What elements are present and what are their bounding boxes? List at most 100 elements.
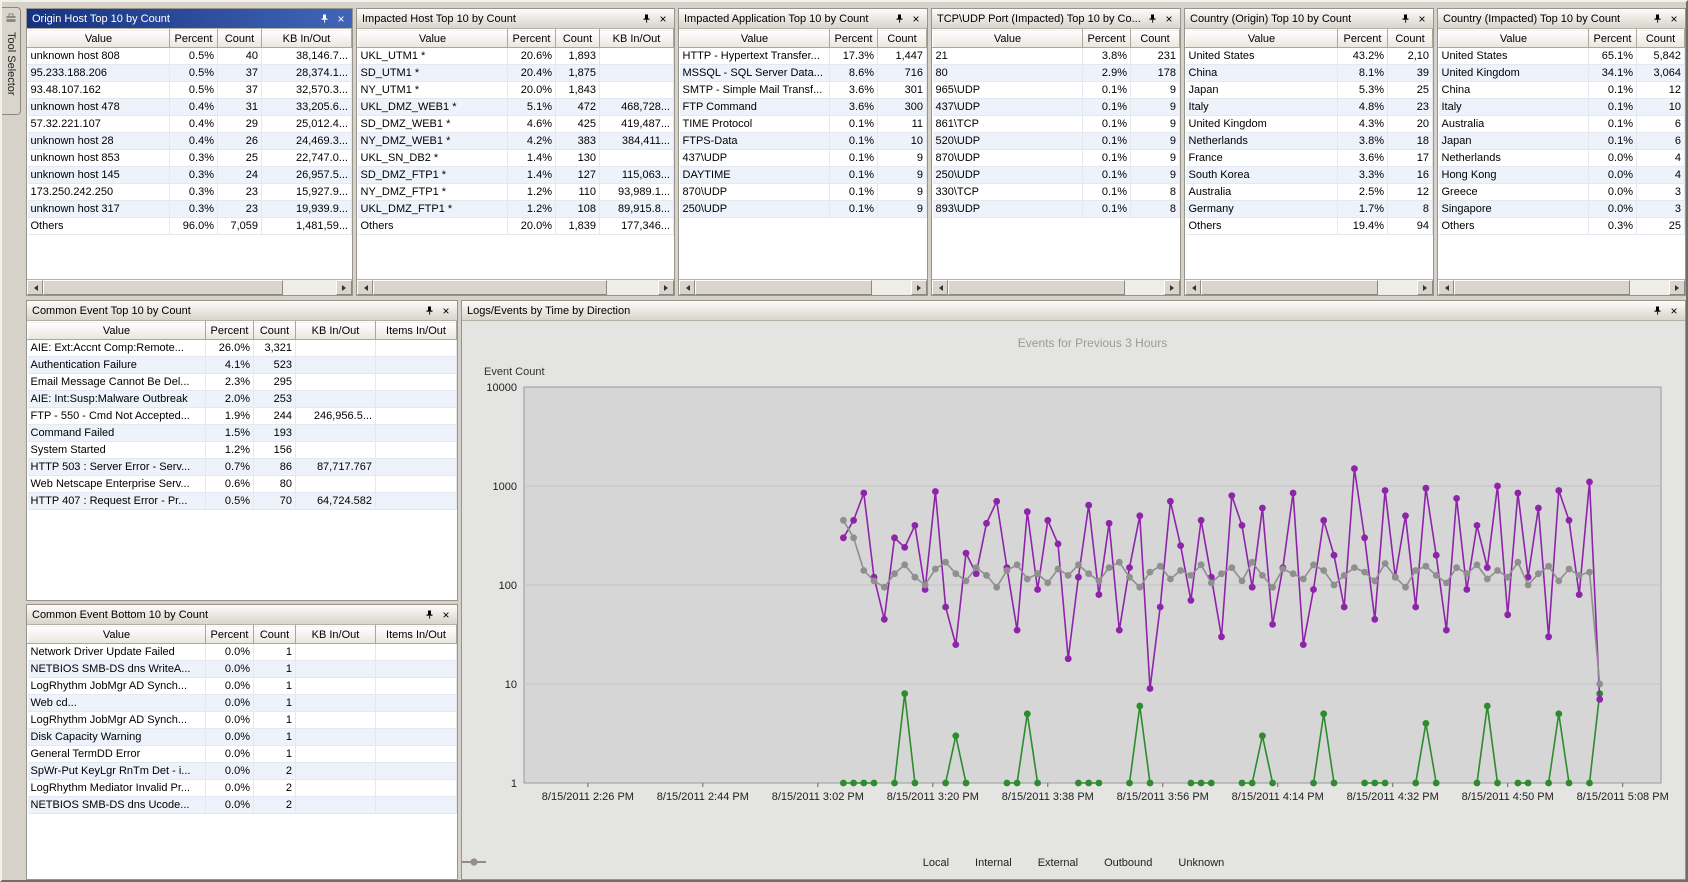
table-row[interactable]: 861\TCP0.1%9: [933, 116, 1180, 133]
pin-icon[interactable]: [317, 12, 331, 26]
scroll-right-button[interactable]: [1669, 280, 1685, 295]
table-row[interactable]: Japan5.3%25: [1186, 82, 1433, 99]
table-row[interactable]: LogRhythm JobMgr AD Synch...0.0%1: [28, 678, 457, 695]
close-icon[interactable]: ×: [1667, 12, 1681, 26]
horizontal-scrollbar[interactable]: [932, 279, 1180, 295]
scrollbar-thumb[interactable]: [1454, 280, 1630, 295]
column-header-value[interactable]: Value: [28, 626, 206, 644]
table-row[interactable]: NY_DMZ_WEB1 *4.2%383384,411...: [358, 133, 674, 150]
scrollbar-track[interactable]: [948, 280, 1164, 295]
table-row[interactable]: 250\UDP0.1%9: [680, 201, 927, 218]
column-header-kb-in-out[interactable]: KB In/Out: [296, 322, 376, 340]
column-header-percent[interactable]: Percent: [206, 322, 254, 340]
table-row[interactable]: 802.9%178: [933, 65, 1180, 82]
pin-icon[interactable]: [422, 608, 436, 622]
table-row[interactable]: Authentication Failure4.1%523: [28, 357, 457, 374]
column-header-kb-in-out[interactable]: KB In/Out: [262, 30, 352, 48]
table-row[interactable]: 57.32.221.1070.4%2925,012.4...: [28, 116, 352, 133]
legend-item-outbound[interactable]: Outbound: [1104, 857, 1152, 869]
column-header-value[interactable]: Value: [933, 30, 1083, 48]
close-icon[interactable]: ×: [909, 12, 923, 26]
close-icon[interactable]: ×: [656, 12, 670, 26]
table-row[interactable]: Web Netscape Enterprise Serv...0.6%80: [28, 476, 457, 493]
panel-title-bar[interactable]: Country (Origin) Top 10 by Count ×: [1185, 9, 1433, 29]
table-row[interactable]: Others0.3%25: [1439, 218, 1685, 235]
column-header-value[interactable]: Value: [358, 30, 508, 48]
column-header-items-in-out[interactable]: Items In/Out: [376, 322, 457, 340]
horizontal-scrollbar[interactable]: [1438, 279, 1685, 295]
tool-selector-tab[interactable]: Tool Selector: [2, 7, 21, 115]
table-row[interactable]: 213.8%231: [933, 48, 1180, 65]
column-header-count[interactable]: Count: [1637, 30, 1685, 48]
table-row[interactable]: 520\UDP0.1%9: [933, 133, 1180, 150]
table-row[interactable]: LogRhythm Mediator Invalid Pr...0.0%2: [28, 780, 457, 797]
scrollbar-thumb[interactable]: [1201, 280, 1378, 295]
scrollbar-thumb[interactable]: [948, 280, 1125, 295]
panel-title-bar[interactable]: TCP\UDP Port (Impacted) Top 10 by Co... …: [932, 9, 1180, 29]
table-row[interactable]: UKL_SN_DB2 *1.4%130: [358, 150, 674, 167]
column-header-kb-in-out[interactable]: KB In/Out: [600, 30, 674, 48]
table-row[interactable]: 870\UDP0.1%9: [933, 150, 1180, 167]
table-row[interactable]: United Kingdom4.3%20: [1186, 116, 1433, 133]
table-row[interactable]: Others19.4%94: [1186, 218, 1433, 235]
panel-title-bar[interactable]: Origin Host Top 10 by Count ×: [27, 9, 352, 29]
panel-title-bar[interactable]: Logs/Events by Time by Direction ×: [462, 301, 1685, 321]
column-header-value[interactable]: Value: [28, 322, 206, 340]
column-header-percent[interactable]: Percent: [206, 626, 254, 644]
close-icon[interactable]: ×: [439, 608, 453, 622]
table-row[interactable]: SD_DMZ_WEB1 *4.6%425419,487...: [358, 116, 674, 133]
chart-area[interactable]: 1101001000100008/15/2011 2:26 PM8/15/201…: [462, 321, 1685, 879]
table-row[interactable]: FTP Command3.6%300: [680, 99, 927, 116]
scroll-right-button[interactable]: [911, 280, 927, 295]
horizontal-scrollbar[interactable]: [27, 279, 352, 295]
table-row[interactable]: FTPS-Data0.1%10: [680, 133, 927, 150]
table-row[interactable]: unknown host 8080.5%4038,146.7...: [28, 48, 352, 65]
scrollbar-thumb[interactable]: [695, 280, 872, 295]
pin-icon[interactable]: [892, 12, 906, 26]
scroll-left-button[interactable]: [27, 280, 43, 295]
table-row[interactable]: MSSQL - SQL Server Data...8.6%716: [680, 65, 927, 82]
table-row[interactable]: 965\UDP0.1%9: [933, 82, 1180, 99]
table-row[interactable]: Germany1.7%8: [1186, 201, 1433, 218]
table-row[interactable]: Japan0.1%6: [1439, 133, 1685, 150]
table-row[interactable]: SMTP - Simple Mail Transf...3.6%301: [680, 82, 927, 99]
scroll-right-button[interactable]: [1164, 280, 1180, 295]
legend-item-internal[interactable]: Internal: [975, 857, 1012, 869]
table-row[interactable]: United States65.1%5,842: [1439, 48, 1685, 65]
panel-title-bar[interactable]: Impacted Host Top 10 by Count ×: [357, 9, 674, 29]
table-row[interactable]: NY_DMZ_FTP1 *1.2%11093,989.1...: [358, 184, 674, 201]
column-header-percent[interactable]: Percent: [830, 30, 878, 48]
table-row[interactable]: UKL_DMZ_WEB1 *5.1%472468,728...: [358, 99, 674, 116]
table-row[interactable]: AIE: Int:Susp:Malware Outbreak2.0%253: [28, 391, 457, 408]
table-row[interactable]: 437\UDP0.1%9: [680, 150, 927, 167]
panel-title-bar[interactable]: Common Event Bottom 10 by Count ×: [27, 605, 457, 625]
pin-icon[interactable]: [1398, 12, 1412, 26]
close-icon[interactable]: ×: [1667, 304, 1681, 318]
scrollbar-thumb[interactable]: [373, 280, 607, 295]
legend-item-local[interactable]: Local: [923, 857, 949, 869]
table-row[interactable]: AIE: Ext:Accnt Comp:Remote...26.0%3,321: [28, 340, 457, 357]
column-header-percent[interactable]: Percent: [1589, 30, 1637, 48]
scrollbar-track[interactable]: [695, 280, 911, 295]
table-row[interactable]: Singapore0.0%3: [1439, 201, 1685, 218]
column-header-count[interactable]: Count: [254, 626, 296, 644]
table-row[interactable]: HTTP 407 : Request Error - Pr...0.5%7064…: [28, 493, 457, 510]
close-icon[interactable]: ×: [1162, 12, 1176, 26]
table-row[interactable]: System Started1.2%156: [28, 442, 457, 459]
table-row[interactable]: General TermDD Error0.0%1: [28, 746, 457, 763]
table-row[interactable]: HTTP - Hypertext Transfer...17.3%1,447: [680, 48, 927, 65]
table-row[interactable]: Italy0.1%10: [1439, 99, 1685, 116]
scroll-left-button[interactable]: [679, 280, 695, 295]
table-row[interactable]: Italy4.8%23: [1186, 99, 1433, 116]
scroll-left-button[interactable]: [357, 280, 373, 295]
table-row[interactable]: NETBIOS SMB-DS dns Ucode...0.0%2: [28, 797, 457, 814]
table-row[interactable]: Greece0.0%3: [1439, 184, 1685, 201]
table-row[interactable]: SD_DMZ_FTP1 *1.4%127115,063...: [358, 167, 674, 184]
column-header-value[interactable]: Value: [1186, 30, 1338, 48]
column-header-kb-in-out[interactable]: KB In/Out: [296, 626, 376, 644]
horizontal-scrollbar[interactable]: [357, 279, 674, 295]
column-header-count[interactable]: Count: [254, 322, 296, 340]
panel-title-bar[interactable]: Impacted Application Top 10 by Count ×: [679, 9, 927, 29]
table-row[interactable]: NY_UTM1 *20.0%1,843: [358, 82, 674, 99]
column-header-value[interactable]: Value: [680, 30, 830, 48]
